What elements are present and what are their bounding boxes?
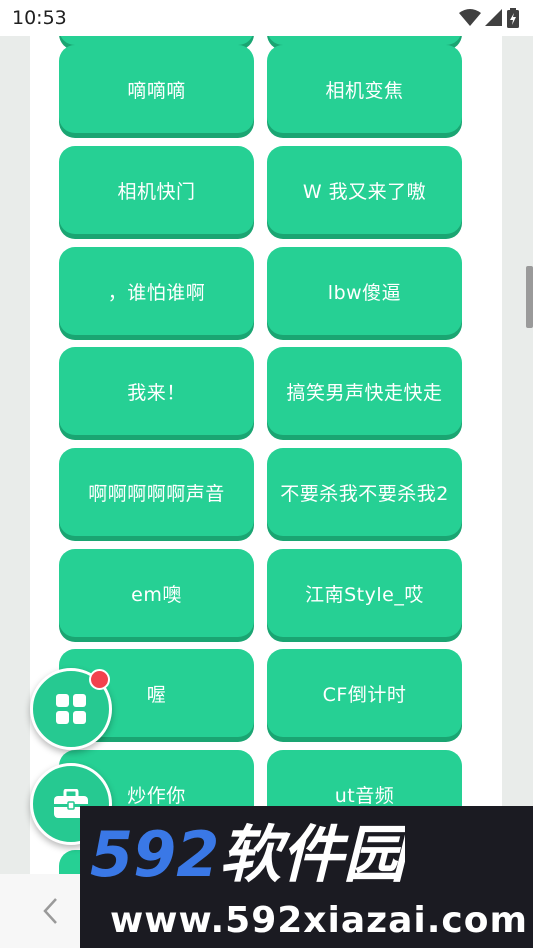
status-time: 10:53 (12, 7, 67, 29)
sound-button[interactable]: CF倒计时 (267, 649, 462, 737)
notification-badge (89, 669, 110, 690)
sound-button[interactable]: lbw傻逼 (267, 247, 462, 335)
sound-button[interactable]: 相机快门 (59, 146, 254, 234)
scrollbar-thumb[interactable] (526, 266, 533, 328)
sound-button[interactable]: 不要杀我不要杀我2 (267, 448, 462, 536)
sound-button[interactable]: ，谁怕谁啊 (59, 247, 254, 335)
status-bar: 10:53 (0, 0, 533, 36)
sound-button[interactable]: W 我又来了嗷 (267, 146, 462, 234)
sound-button[interactable]: 搞笑男声快走快走 (267, 347, 462, 435)
sound-button[interactable]: 江南Style_哎 (267, 549, 462, 637)
sound-button[interactable]: em噢 (59, 549, 254, 637)
sound-button[interactable]: 相机变焦 (267, 45, 462, 133)
sound-button[interactable]: 啊啊啊啊啊声音 (59, 448, 254, 536)
battery-icon (507, 8, 519, 28)
sound-button-partial-left[interactable] (59, 36, 254, 45)
watermark-banner: 592软件园 www.592xiazai.com (80, 806, 533, 948)
status-icons (459, 8, 519, 28)
sound-list-card: 嘀嘀嘀 相机变焦 相机快门 W 我又来了嗷 ，谁怕谁啊 lbw傻逼 我来！ 搞笑… (30, 36, 502, 874)
cell-signal-icon (485, 9, 502, 26)
wifi-icon (459, 9, 481, 26)
sound-button[interactable]: 我来！ (59, 347, 254, 435)
watermark-url: www.592xiazai.com (110, 900, 528, 941)
sound-button-partial-right[interactable] (267, 36, 462, 45)
watermark-brand: 592软件园 (90, 818, 406, 891)
grid-icon (56, 694, 86, 724)
sound-button[interactable]: 嘀嘀嘀 (59, 45, 254, 133)
back-chevron-icon[interactable] (38, 896, 64, 926)
